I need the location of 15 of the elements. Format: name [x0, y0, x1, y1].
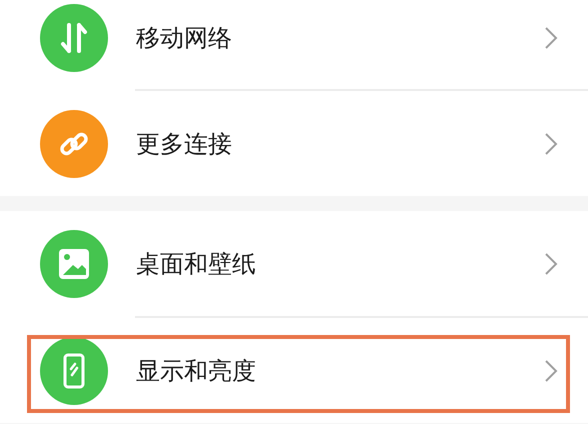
item-label: 显示和亮度	[136, 356, 257, 386]
chevron-icon	[544, 358, 558, 382]
item-label: 桌面和壁纸	[136, 248, 257, 280]
image-icon	[57, 246, 91, 280]
phone-icon	[63, 352, 85, 388]
chevron-icon	[544, 252, 558, 276]
chevron-icon	[544, 132, 558, 156]
settings-item[interactable]: 桌面和壁纸	[0, 211, 588, 316]
settings-item[interactable]: 显示和亮度	[0, 318, 588, 423]
chevron-icon	[544, 26, 558, 50]
arrows-icon	[60, 20, 88, 54]
item-label: 移动网络	[136, 22, 233, 54]
settings-item[interactable]: 更多连接	[0, 91, 588, 196]
settings-item[interactable]: 移动网络	[0, 0, 588, 89]
item-label: 更多连接	[136, 128, 233, 160]
